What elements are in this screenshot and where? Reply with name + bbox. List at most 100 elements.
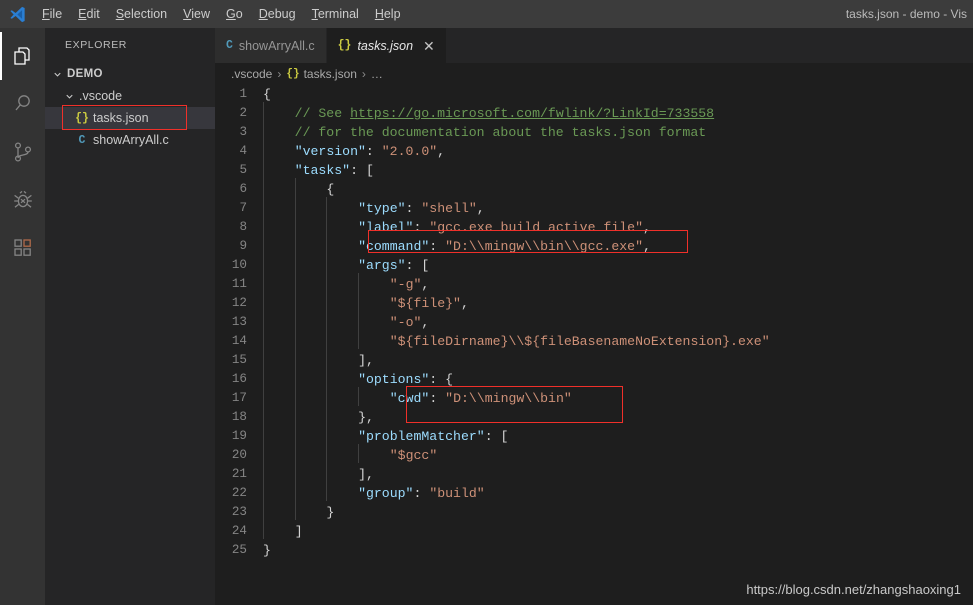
indent-guide [294,292,296,311]
indent-guide [263,368,264,387]
indent-guide [326,311,328,330]
indent-guide [358,444,360,463]
line-number: 2 [239,106,247,120]
code-line[interactable]: 7 "type": "shell", [215,197,973,218]
breadcrumb-folder[interactable]: .vscode [231,67,272,81]
indent-guide [326,444,328,463]
menu-terminal[interactable]: Terminal [304,0,367,28]
breadcrumb-separator-icon: › [361,67,366,81]
menu-file[interactable]: File [34,0,70,28]
code-line-text: "tasks": [ [263,159,973,180]
code-line[interactable]: 2 // See https://go.microsoft.com/fwlink… [215,102,973,123]
indent-guide [263,520,264,539]
indent-guide [326,292,328,311]
indent-guide [263,273,264,292]
chevron-down-icon [61,91,77,102]
line-number: 4 [239,144,247,158]
indent-guide [294,197,296,216]
chevron-down-icon [49,69,65,80]
code-line[interactable]: 15 ], [215,349,973,370]
indent-guide [294,501,296,520]
breadcrumb-file[interactable]: tasks.json [304,67,357,81]
code-line[interactable]: 19 "problemMatcher": [ [215,425,973,446]
code-line[interactable]: 22 "group": "build" [215,482,973,503]
indent-guide [263,197,264,216]
code-line[interactable]: 25} [215,541,973,560]
line-number: 23 [231,505,247,519]
json-file-icon: {} [75,111,89,125]
code-line-text: "label": "gcc.exe build active file", [263,216,973,237]
indent-guide [263,102,264,121]
activity-debug-button[interactable] [0,176,45,224]
menu-debug[interactable]: Debug [251,0,304,28]
menu-go-label: G [226,7,236,21]
code-line[interactable]: 11 "-g", [215,273,973,294]
indent-guide [263,235,264,254]
code-line-text: "$gcc" [263,444,973,465]
indent-guide [326,463,328,482]
code-line[interactable]: 16 "options": { [215,368,973,389]
tab-tasks-json[interactable]: {} tasks.json ✕ [326,28,447,63]
close-icon[interactable]: ✕ [423,39,435,53]
code-line[interactable]: 1{ [215,85,973,104]
tab-showarryall-c[interactable]: C showArryAll.c [215,28,327,63]
tree-item-showarryall-c[interactable]: C showArryAll.c [45,129,215,151]
indent-guide [358,273,360,292]
indent-guide [358,311,360,330]
code-line[interactable]: 13 "-o", [215,311,973,332]
tree-item-vscode[interactable]: .vscode [45,85,215,107]
code-line[interactable]: 9 "command": "D:\\mingw\\bin\\gcc.exe", [215,235,973,256]
indent-guide [326,368,328,387]
menu-go-rest: o [235,7,243,21]
code-line[interactable]: 18 }, [215,406,973,427]
line-number: 14 [231,334,247,348]
menu-help[interactable]: Help [367,0,409,28]
indent-guide [263,387,264,406]
code-line[interactable]: 12 "${file}", [215,292,973,313]
indent-guide [326,482,328,501]
menu-edit[interactable]: Edit [70,0,108,28]
line-number: 21 [231,467,247,481]
code-line[interactable]: 21 ], [215,463,973,484]
indent-guide [326,273,328,292]
code-line[interactable]: 20 "$gcc" [215,444,973,465]
tree-item-demo[interactable]: DEMO [45,63,215,85]
code-line[interactable]: 5 "tasks": [ [215,159,973,180]
code-line[interactable]: 14 "${fileDirname}\\${fileBasenameNoExte… [215,330,973,351]
line-number: 15 [231,353,247,367]
indent-guide [294,254,296,273]
indent-guide [326,254,328,273]
line-number: 22 [231,486,247,500]
breadcrumb-tail[interactable]: … [371,67,383,81]
code-line[interactable]: 10 "args": [ [215,254,973,275]
tree-item-tasks-json[interactable]: {} tasks.json [45,107,215,129]
code-line-text: ], [263,349,973,370]
menu-help-label: H [374,7,384,21]
menu-go[interactable]: Go [218,0,251,28]
code-line-text: "-g", [263,273,973,294]
menu-view[interactable]: View [175,0,218,28]
code-editor[interactable]: 1{2 // See https://go.microsoft.com/fwli… [215,85,973,605]
code-line-text: "type": "shell", [263,197,973,218]
line-number: 17 [231,391,247,405]
activity-search-button[interactable] [0,80,45,128]
code-line[interactable]: 17 "cwd": "D:\\mingw\\bin" [215,387,973,408]
code-line[interactable]: 4 "version": "2.0.0", [215,140,973,161]
code-line-text: // for the documentation about the tasks… [263,121,973,142]
code-line[interactable]: 6 { [215,178,973,199]
code-line[interactable]: 23 } [215,501,973,522]
code-line[interactable]: 24 ] [215,520,973,541]
activity-explorer-button[interactable] [0,32,45,80]
activity-source-control-button[interactable] [0,128,45,176]
code-line-text: "group": "build" [263,482,973,503]
activity-extensions-button[interactable] [0,224,45,272]
line-number: 16 [231,372,247,386]
indent-guide [294,330,296,349]
line-number: 7 [239,201,247,215]
menu-selection[interactable]: Selection [108,0,175,28]
code-line[interactable]: 3 // for the documentation about the tas… [215,121,973,142]
menu-debug-rest: ebug [267,7,296,21]
indent-guide [358,292,360,311]
code-line[interactable]: 8 "label": "gcc.exe build active file", [215,216,973,237]
indent-guide [263,330,264,349]
